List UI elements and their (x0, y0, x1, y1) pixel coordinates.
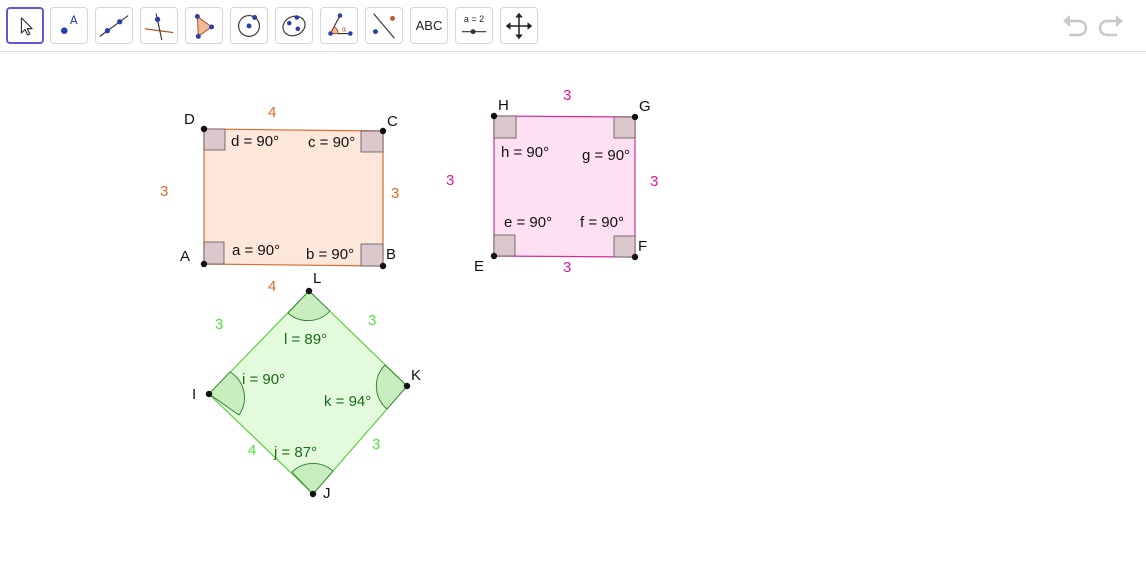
square-efgh[interactable]: E F G H h = 90° g = 90° e = 90° f = 90° … (446, 87, 658, 276)
label-j: J (323, 485, 331, 502)
move-view-tool-button[interactable] (500, 7, 538, 44)
point-l[interactable] (305, 287, 313, 295)
point-b[interactable] (379, 262, 387, 270)
angle-g-label: g = 90° (582, 147, 630, 164)
angle-tool-button[interactable]: α (320, 7, 358, 44)
undo-icon[interactable] (1060, 12, 1090, 42)
angle-arc-k (375, 364, 408, 410)
toolbar: A α ABC a = 2 (0, 0, 1146, 52)
reflect-tool-button[interactable] (365, 7, 403, 44)
geometry-canvas[interactable]: A B C D d = 90° c = 90° a = 90° b = 90° … (0, 52, 1146, 557)
angle-c-label: c = 90° (308, 134, 355, 151)
angle-icon: α (328, 13, 353, 36)
right-angle-marker-h (493, 115, 517, 139)
slider-icon (461, 29, 487, 35)
label-i: I (192, 386, 196, 403)
side-ab-length: 4 (268, 278, 276, 295)
point-h[interactable] (490, 112, 498, 120)
angle-d-label: d = 90° (231, 133, 279, 150)
side-hg-length: 3 (563, 87, 571, 104)
angle-a-label: a = 90° (232, 242, 280, 259)
move-view-icon (505, 12, 533, 40)
slider-tool-button[interactable]: a = 2 (455, 7, 493, 44)
right-angle-marker-e (493, 234, 516, 257)
side-lk-length: 3 (368, 312, 376, 329)
angle-f-label: f = 90° (580, 214, 624, 231)
label-f: F (638, 238, 647, 255)
right-angle-marker-g (613, 116, 636, 139)
polygon-icon (194, 14, 215, 39)
point-c[interactable] (379, 127, 387, 135)
angle-e-label: e = 90° (504, 214, 552, 231)
side-ad-length: 3 (160, 183, 168, 200)
point-j[interactable] (309, 490, 317, 498)
label-k: K (411, 367, 421, 384)
right-angle-marker-d (203, 128, 226, 151)
circle-tool-button[interactable] (230, 7, 268, 44)
label-c: C (387, 113, 398, 130)
reflect-icon (373, 13, 395, 39)
point-i[interactable] (205, 390, 213, 398)
angle-h-label: h = 90° (501, 144, 549, 161)
move-tool-button[interactable] (6, 7, 44, 44)
label-g: G (639, 98, 651, 115)
right-angle-marker-b (360, 243, 384, 267)
label-a: A (180, 248, 190, 265)
point-k[interactable] (403, 382, 411, 390)
angle-j-label: j = 87° (273, 444, 317, 461)
side-bc-length: 3 (391, 185, 399, 202)
point-icon: A (60, 13, 78, 35)
label-h: H (498, 97, 509, 114)
point-e[interactable] (490, 252, 498, 260)
side-ji-length: 4 (248, 442, 256, 459)
text-tool-button[interactable]: ABC (410, 7, 448, 44)
label-e: E (474, 258, 484, 275)
angle-l-label: l = 89° (284, 331, 327, 348)
rhombus-ijkl[interactable]: I L K J l = 89° i = 90° k = 94° j = 87° … (192, 270, 421, 502)
redo-icon[interactable] (1096, 12, 1126, 42)
polygon-tool-button[interactable] (185, 7, 223, 44)
point-d[interactable] (200, 125, 208, 133)
angle-b-label: b = 90° (306, 246, 354, 263)
side-eh-length: 3 (446, 172, 454, 189)
side-il-length: 3 (215, 316, 223, 333)
point-tool-button[interactable]: A (50, 7, 88, 44)
right-angle-marker-f (613, 235, 636, 258)
angle-arc-l (287, 290, 331, 322)
angle-k-label: k = 94° (324, 393, 371, 410)
right-angle-marker-a (203, 241, 225, 265)
perpendicular-line-tool-button[interactable] (140, 7, 178, 44)
text-icon: ABC (415, 18, 443, 33)
ellipse-tool-button[interactable] (275, 7, 313, 44)
side-dc-length: 4 (268, 104, 276, 121)
side-kj-length: 3 (372, 436, 380, 453)
point-tool-label: A (70, 13, 78, 27)
perpendicular-line-icon (144, 13, 174, 41)
line-icon (99, 15, 129, 37)
circle-center-icon (238, 15, 260, 37)
cursor-arrow-icon (20, 17, 33, 36)
ellipse-icon (282, 15, 306, 37)
label-d: D (184, 111, 195, 128)
rectangle-abcd[interactable]: A B C D d = 90° c = 90° a = 90° b = 90° … (160, 104, 399, 295)
label-b: B (386, 246, 396, 263)
svg-text:α: α (342, 26, 347, 34)
line-tool-button[interactable] (95, 7, 133, 44)
graphics-view[interactable]: A B C D d = 90° c = 90° a = 90° b = 90° … (0, 52, 1146, 557)
point-a[interactable] (200, 260, 208, 268)
side-fg-length: 3 (650, 173, 658, 190)
side-ef-length: 3 (563, 259, 571, 276)
right-angle-marker-c (360, 130, 384, 153)
point-g[interactable] (631, 113, 639, 121)
label-l: L (313, 270, 321, 287)
angle-i-label: i = 90° (242, 371, 285, 388)
